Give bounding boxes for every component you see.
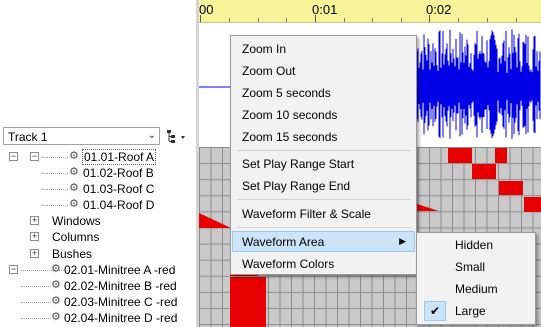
ruler-minor-tick xyxy=(286,18,287,22)
tree-connector xyxy=(42,173,68,175)
tree-row[interactable]: + Columns xyxy=(0,229,196,245)
menu-item-zoom-out[interactable]: Zoom Out xyxy=(232,60,415,81)
layer-panel: Track 1 ⌄ − − ⚙ 01.01-Roof A ⚙ 01.02-Roo… xyxy=(0,0,196,327)
ruler-major-tick xyxy=(200,15,201,22)
menu-separator xyxy=(237,227,411,228)
ruler-minor-tick xyxy=(458,18,459,22)
menu-item-waveform-area[interactable]: Waveform Area ▶ xyxy=(232,231,415,252)
model-gear-icon: ⚙ xyxy=(69,150,79,162)
tree-options-button[interactable] xyxy=(164,127,190,145)
tree-row-label: Windows xyxy=(52,214,101,229)
menu-separator xyxy=(237,150,411,151)
track-dropdown[interactable]: Track 1 ⌄ xyxy=(3,127,160,145)
effect-block[interactable] xyxy=(472,164,496,179)
effect-block[interactable] xyxy=(448,148,472,163)
ruler-minor-tick xyxy=(401,18,402,22)
tree-row-label: 01.01-Roof A xyxy=(82,149,157,165)
tree-connector xyxy=(21,285,51,287)
ruler-minor-tick xyxy=(229,18,230,22)
model-gear-icon: ⚙ xyxy=(51,278,61,291)
tree-row[interactable]: ⚙ 02.03-Minitree C -red xyxy=(0,294,196,310)
tree-connector xyxy=(21,269,68,271)
tree-row-label: Bushes xyxy=(52,246,93,261)
tree-row[interactable]: + Bushes xyxy=(0,246,196,262)
model-tree: − − ⚙ 01.01-Roof A ⚙ 01.02-Roof B ⚙ 01.0… xyxy=(0,149,196,326)
submenu-item-medium[interactable]: Medium xyxy=(418,278,534,300)
tree-row-label: 01.04-Roof D xyxy=(83,198,155,213)
expand-icon[interactable]: + xyxy=(30,232,39,242)
chevron-down-icon: ⌄ xyxy=(147,130,156,141)
model-gear-icon: ⚙ xyxy=(69,182,79,195)
tree-connector xyxy=(21,317,51,319)
tree-row[interactable]: ⚙ 01.02-Roof B xyxy=(0,165,196,181)
effect-ramp[interactable] xyxy=(199,213,231,228)
model-gear-icon: ⚙ xyxy=(69,166,79,179)
ruler-minor-tick xyxy=(258,18,259,22)
menu-item-waveform-colors[interactable]: Waveform Colors xyxy=(232,253,415,274)
ruler-major-tick xyxy=(315,15,316,22)
tree-row[interactable]: + Windows xyxy=(0,213,196,229)
submenu-item-large[interactable]: ✔ Large xyxy=(418,300,534,322)
tree-structure-icon xyxy=(167,130,185,143)
checkmark-icon: ✔ xyxy=(424,301,446,321)
tree-row[interactable]: ⚙ 01.03-Roof C xyxy=(0,181,196,197)
tree-connector xyxy=(42,157,68,158)
submenu-item-small[interactable]: Small xyxy=(418,256,534,278)
model-gear-icon: ⚙ xyxy=(51,262,61,275)
tree-row-label: 01.03-Roof C xyxy=(83,182,155,197)
submenu-arrow-icon: ▶ xyxy=(399,236,406,246)
time-ruler[interactable]: 00 0:01 0:02 xyxy=(199,0,541,23)
expand-icon[interactable]: + xyxy=(30,248,39,258)
tree-row[interactable]: ⚙ 01.04-Roof D xyxy=(0,197,196,213)
tree-row[interactable]: − ⚙ 02.01-Minitree A -red xyxy=(0,262,196,278)
model-gear-icon: ⚙ xyxy=(51,294,61,307)
tree-row[interactable]: ⚙ 02.02-Minitree B -red xyxy=(0,278,196,294)
tree-row-label: 02.01-Minitree A -red xyxy=(64,262,176,277)
tree-row-label: 02.03-Minitree C -red xyxy=(64,294,178,309)
tree-row[interactable]: − − ⚙ 01.01-Roof A xyxy=(0,149,196,165)
tree-connector xyxy=(42,189,68,191)
effect-block[interactable] xyxy=(230,277,266,327)
submenu-item-hidden[interactable]: Hidden xyxy=(418,234,534,256)
ruler-label: 00 xyxy=(199,2,214,17)
collapse-icon[interactable]: − xyxy=(30,152,39,161)
tree-row-label: 02.02-Minitree B -red xyxy=(64,278,177,293)
tree-row-label: Columns xyxy=(52,230,100,245)
model-gear-icon: ⚙ xyxy=(51,310,61,323)
collapse-icon[interactable]: − xyxy=(9,264,18,274)
effect-block[interactable] xyxy=(524,197,541,212)
waveform-area-submenu: Hidden Small Medium ✔ Large xyxy=(416,232,536,325)
tree-row-label: 01.02-Roof B xyxy=(83,166,154,181)
ruler-major-tick xyxy=(429,15,430,22)
ruler-minor-tick xyxy=(372,18,373,22)
timeline-context-menu: Zoom In Zoom Out Zoom 5 seconds Zoom 10 … xyxy=(230,35,417,275)
effect-block[interactable] xyxy=(499,181,523,195)
menu-item-set-play-range-start[interactable]: Set Play Range Start xyxy=(232,153,415,174)
tree-row[interactable]: ⚙ 02.04-Minitree D -red xyxy=(0,310,196,326)
menu-item-waveform-filter-scale[interactable]: Waveform Filter & Scale xyxy=(232,203,415,224)
tree-connector xyxy=(21,301,51,303)
expand-icon[interactable]: + xyxy=(30,216,39,226)
left-header-area xyxy=(0,0,196,127)
effect-block[interactable] xyxy=(495,148,507,163)
tree-row-label: 02.04-Minitree D -red xyxy=(64,310,178,325)
menu-item-zoom-in[interactable]: Zoom In xyxy=(232,38,415,59)
menu-item-zoom-10-seconds[interactable]: Zoom 10 seconds xyxy=(232,104,415,125)
tree-connector xyxy=(42,205,68,207)
track-dropdown-value: Track 1 xyxy=(8,130,48,144)
collapse-icon[interactable]: − xyxy=(9,152,18,161)
ruler-minor-tick xyxy=(344,18,345,22)
model-gear-icon: ⚙ xyxy=(69,198,79,211)
menu-item-zoom-5-seconds[interactable]: Zoom 5 seconds xyxy=(232,82,415,103)
ruler-minor-tick xyxy=(516,18,517,22)
menu-separator xyxy=(237,199,411,200)
effect-ramp[interactable] xyxy=(417,204,439,211)
ruler-minor-tick xyxy=(487,18,488,22)
menu-item-zoom-15-seconds[interactable]: Zoom 15 seconds xyxy=(232,126,415,147)
menu-item-set-play-range-end[interactable]: Set Play Range End xyxy=(232,175,415,196)
